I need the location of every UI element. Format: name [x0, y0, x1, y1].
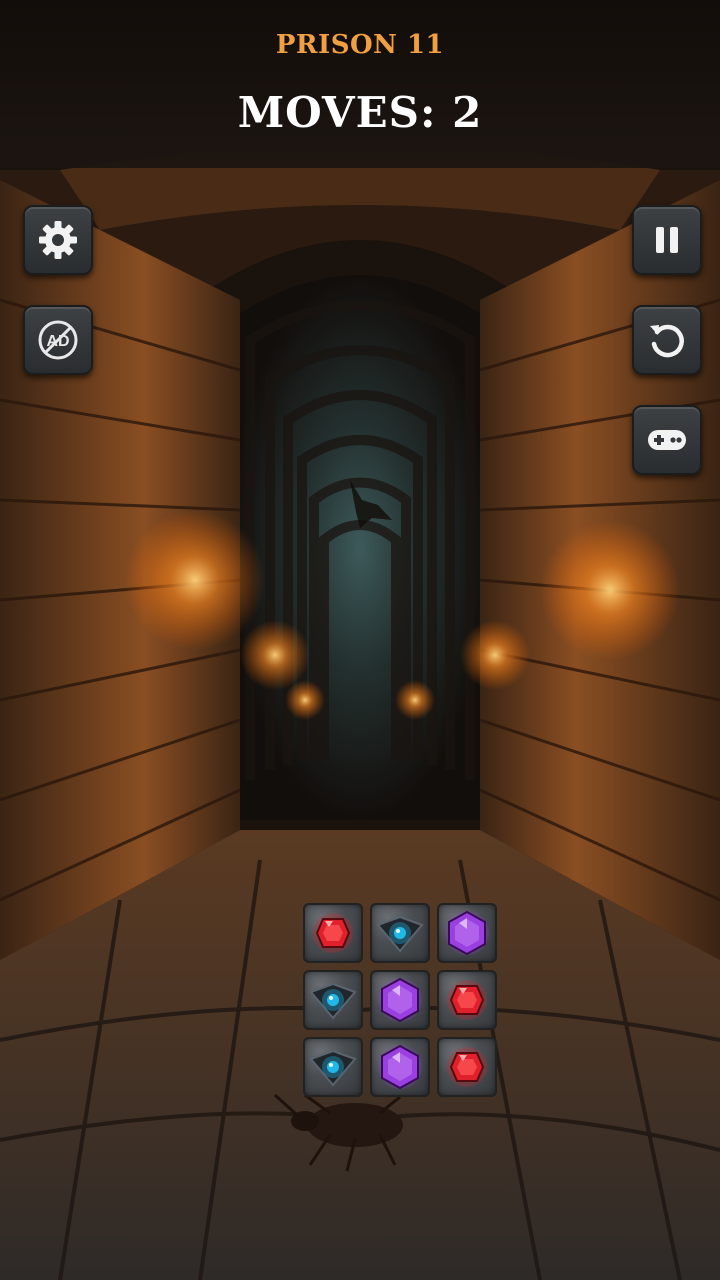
top-header: PRISON 11 MOVES: 2 [0, 0, 720, 168]
gem-tile[interactable] [303, 970, 363, 1030]
gem-tile[interactable] [370, 1037, 430, 1097]
purple-gem-icon [378, 977, 422, 1023]
gem-tile[interactable] [437, 970, 497, 1030]
restart-button[interactable] [632, 305, 702, 375]
blue-gem-icon [309, 982, 357, 1020]
gem-tile[interactable] [370, 970, 430, 1030]
moves-counter: MOVES: 2 [237, 88, 483, 137]
red-gem-icon [313, 913, 353, 953]
red-gem-icon [447, 980, 487, 1020]
gem-board [303, 903, 501, 1101]
more-games-button[interactable] [632, 405, 702, 475]
gear-icon [39, 221, 77, 259]
pause-icon [656, 227, 678, 253]
settings-button[interactable] [23, 205, 93, 275]
gem-tile[interactable] [370, 903, 430, 963]
restart-icon [650, 324, 684, 358]
gem-tile[interactable] [437, 903, 497, 963]
purple-gem-icon [378, 1044, 422, 1090]
gem-tile[interactable] [303, 1037, 363, 1097]
pause-button[interactable] [632, 205, 702, 275]
blue-gem-icon [376, 915, 424, 953]
blue-gem-icon [309, 1049, 357, 1087]
purple-gem-icon [445, 910, 489, 956]
no-ads-button[interactable]: AD [23, 305, 93, 375]
gem-tile[interactable] [437, 1037, 497, 1097]
level-title: PRISON 11 [275, 30, 445, 60]
gamepad-icon [648, 430, 686, 450]
no-ads-icon: AD [38, 320, 78, 360]
gem-tile[interactable] [303, 903, 363, 963]
red-gem-icon [447, 1047, 487, 1087]
